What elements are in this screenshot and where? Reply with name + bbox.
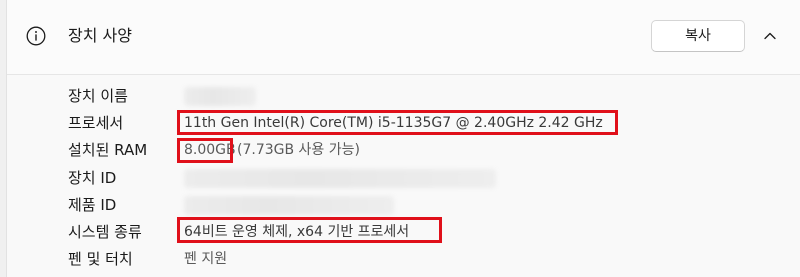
- spec-label: 장치 이름: [68, 87, 128, 105]
- processor-value: 11th Gen Intel(R) Core(TM) i5-1135G7 @ 2…: [184, 115, 603, 131]
- redacted-value: [184, 87, 256, 106]
- spec-row-device-name: 장치 이름: [7, 83, 800, 109]
- spec-row-ram: 설치된 RAM 8.00GB (7.73GB 사용 가능): [7, 137, 800, 163]
- ram-usable-value: (7.73GB 사용 가능): [237, 142, 360, 158]
- spec-label: 시스템 종류: [68, 223, 142, 241]
- redacted-value: [184, 169, 496, 188]
- redacted-value: [184, 196, 394, 215]
- spec-label: 프로세서: [68, 114, 124, 132]
- device-specs-panel: 장치 사양 복사 장치 이름 프로세서 11th Gen Intel(R) Co…: [6, 0, 800, 277]
- copy-button[interactable]: 복사: [651, 20, 745, 52]
- info-icon: [26, 26, 46, 46]
- pen-touch-value: 펜 지원: [184, 251, 228, 267]
- spec-label: 장치 ID: [68, 169, 117, 187]
- ram-installed-value: 8.00GB: [184, 142, 236, 158]
- spec-row-device-id: 장치 ID: [7, 165, 800, 191]
- spec-label: 펜 및 터치: [68, 250, 133, 268]
- spec-label: 설치된 RAM: [68, 141, 148, 159]
- spec-list: 장치 이름 프로세서 11th Gen Intel(R) Core(TM) i5…: [7, 75, 800, 277]
- spec-label: 제품 ID: [68, 196, 117, 214]
- spec-row-processor: 프로세서 11th Gen Intel(R) Core(TM) i5-1135G…: [7, 110, 800, 136]
- system-type-value: 64비트 운영 체제, x64 기반 프로세서: [184, 224, 410, 240]
- device-specs-header[interactable]: 장치 사양 복사: [7, 0, 800, 75]
- section-title: 장치 사양: [68, 26, 132, 45]
- chevron-up-icon[interactable]: [762, 28, 778, 44]
- spec-row-product-id: 제품 ID: [7, 192, 800, 218]
- spec-row-pen-touch: 펜 및 터치 펜 지원: [7, 246, 800, 272]
- spec-row-system-type: 시스템 종류 64비트 운영 체제, x64 기반 프로세서: [7, 219, 800, 245]
